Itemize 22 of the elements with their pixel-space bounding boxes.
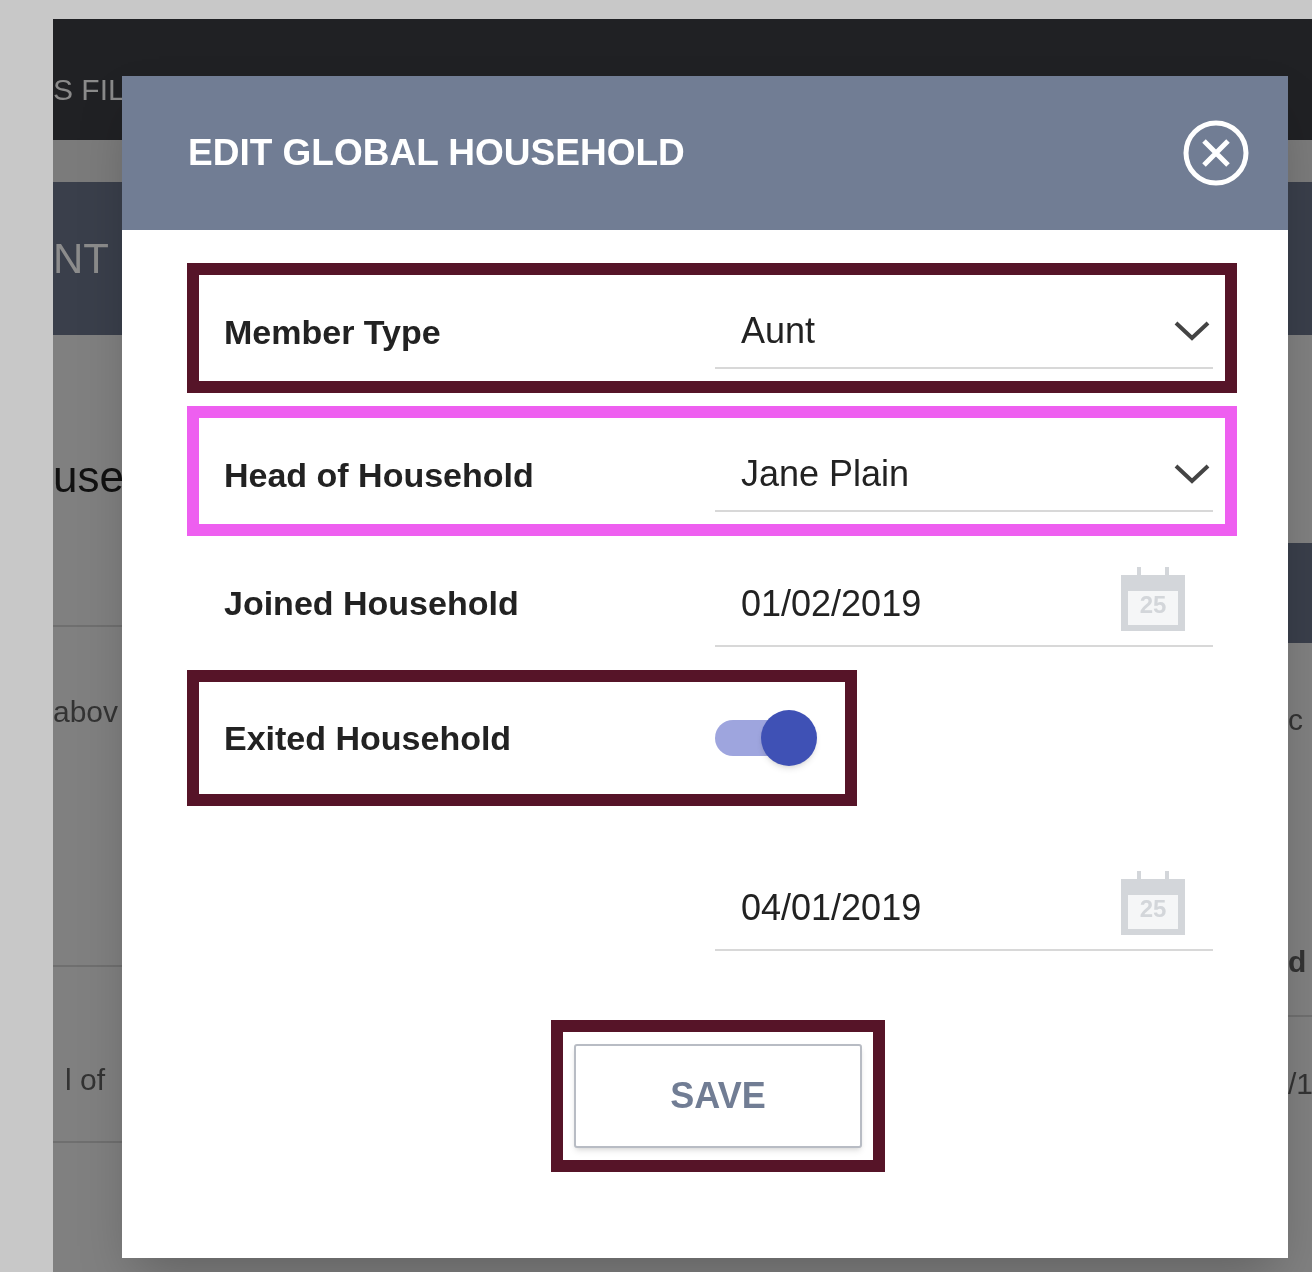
body-text: l of [64, 1065, 107, 1095]
field-label: Exited Household [224, 718, 512, 757]
body-text: /1 [1288, 1069, 1312, 1099]
nav-tabs-text: S FIL [53, 72, 125, 108]
chevron-down-icon [1173, 463, 1211, 485]
close-icon[interactable] [1182, 119, 1250, 187]
body-text: abov [53, 697, 120, 727]
field-label: Head of Household [224, 455, 534, 494]
section-heading: use [53, 455, 122, 499]
date-field[interactable]: 01/02/2019 [715, 577, 1119, 645]
date-field[interactable]: 04/01/2019 [715, 881, 1119, 949]
dialog-title: EDIT GLOBAL HOUSEHOLD [188, 131, 685, 176]
body-text: c [1288, 705, 1304, 735]
field-label: Member Type [224, 312, 441, 351]
chevron-down-icon [1173, 320, 1211, 342]
save-button[interactable]: SAVE [574, 1044, 862, 1148]
page-title: NT [53, 237, 109, 280]
body-text: d [1288, 947, 1308, 977]
select-field[interactable]: Aunt [715, 295, 1213, 369]
field-label: Joined Household [224, 583, 519, 622]
select-field[interactable]: Jane Plain [715, 438, 1213, 512]
toggle-switch[interactable] [715, 708, 819, 768]
